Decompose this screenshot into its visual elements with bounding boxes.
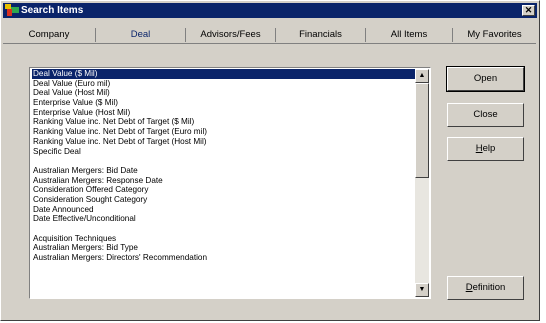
list-item[interactable]: Deal Value (Host Mil) — [32, 88, 416, 98]
tab-panel-border — [3, 43, 536, 44]
search-items-window: Search Items ✕ Company Deal Advisors/Fee… — [0, 0, 540, 321]
list-item[interactable]: Date Effective/Unconditional — [32, 214, 416, 224]
tab-deal[interactable]: Deal — [95, 28, 185, 42]
close-window-button[interactable]: ✕ — [522, 5, 535, 16]
list-item[interactable]: Deal Value (Euro mil) — [32, 79, 416, 89]
list-spacer — [32, 224, 416, 234]
list-item[interactable]: Enterprise Value ($ Mil) — [32, 98, 416, 108]
list-item[interactable]: Ranking Value inc. Net Debt of Target (E… — [32, 127, 416, 137]
title-bar: Search Items ✕ — [3, 3, 537, 18]
tab-company[interactable]: Company — [3, 28, 95, 42]
app-icon — [5, 4, 19, 16]
help-mnemonic: H — [475, 143, 483, 154]
list-item[interactable]: Consideration Sought Category — [32, 195, 416, 205]
tab-all-items[interactable]: All Items — [365, 28, 452, 42]
definition-mnemonic: D — [465, 282, 473, 293]
scroll-thumb[interactable] — [415, 83, 429, 178]
close-button[interactable]: Close — [447, 103, 524, 127]
list-item[interactable]: Australian Mergers: Bid Date — [32, 166, 416, 176]
list-item[interactable]: Ranking Value inc. Net Debt of Target ($… — [32, 117, 416, 127]
list-item[interactable]: Consideration Offered Category — [32, 185, 416, 195]
items-list: Deal Value ($ Mil) Deal Value (Euro mil)… — [31, 68, 417, 263]
definition-button[interactable]: Definition — [447, 276, 524, 300]
list-item[interactable]: Enterprise Value (Host Mil) — [32, 108, 416, 118]
list-item[interactable]: Specific Deal — [32, 147, 416, 157]
list-item[interactable]: Ranking Value inc. Net Debt of Target (H… — [32, 137, 416, 147]
list-item[interactable]: Australian Mergers: Directors' Recommend… — [32, 253, 416, 263]
list-item[interactable]: Deal Value ($ Mil) — [31, 68, 417, 80]
list-item[interactable]: Australian Mergers: Response Date — [32, 176, 416, 186]
tab-financials[interactable]: Financials — [275, 28, 365, 42]
list-item[interactable]: Acquisition Techniques — [32, 234, 416, 244]
tab-my-favorites[interactable]: My Favorites — [452, 28, 536, 42]
list-item[interactable]: Date Announced — [32, 205, 416, 215]
window-title: Search Items — [21, 5, 84, 16]
search-items-listbox[interactable]: Deal Value ($ Mil) Deal Value (Euro mil)… — [29, 67, 431, 299]
scroll-down-arrow-icon[interactable]: ▼ — [415, 283, 429, 297]
list-item[interactable]: Australian Mergers: Bid Type — [32, 243, 416, 253]
list-spacer — [32, 156, 416, 166]
tab-strip: Company Deal Advisors/Fees Financials Al… — [3, 28, 536, 42]
vertical-scrollbar[interactable]: ▲ ▼ — [415, 69, 429, 297]
scroll-up-arrow-icon[interactable]: ▲ — [415, 69, 429, 83]
tab-advisors-fees[interactable]: Advisors/Fees — [185, 28, 275, 42]
open-button[interactable]: Open — [446, 66, 525, 92]
help-button[interactable]: Help — [447, 137, 524, 161]
